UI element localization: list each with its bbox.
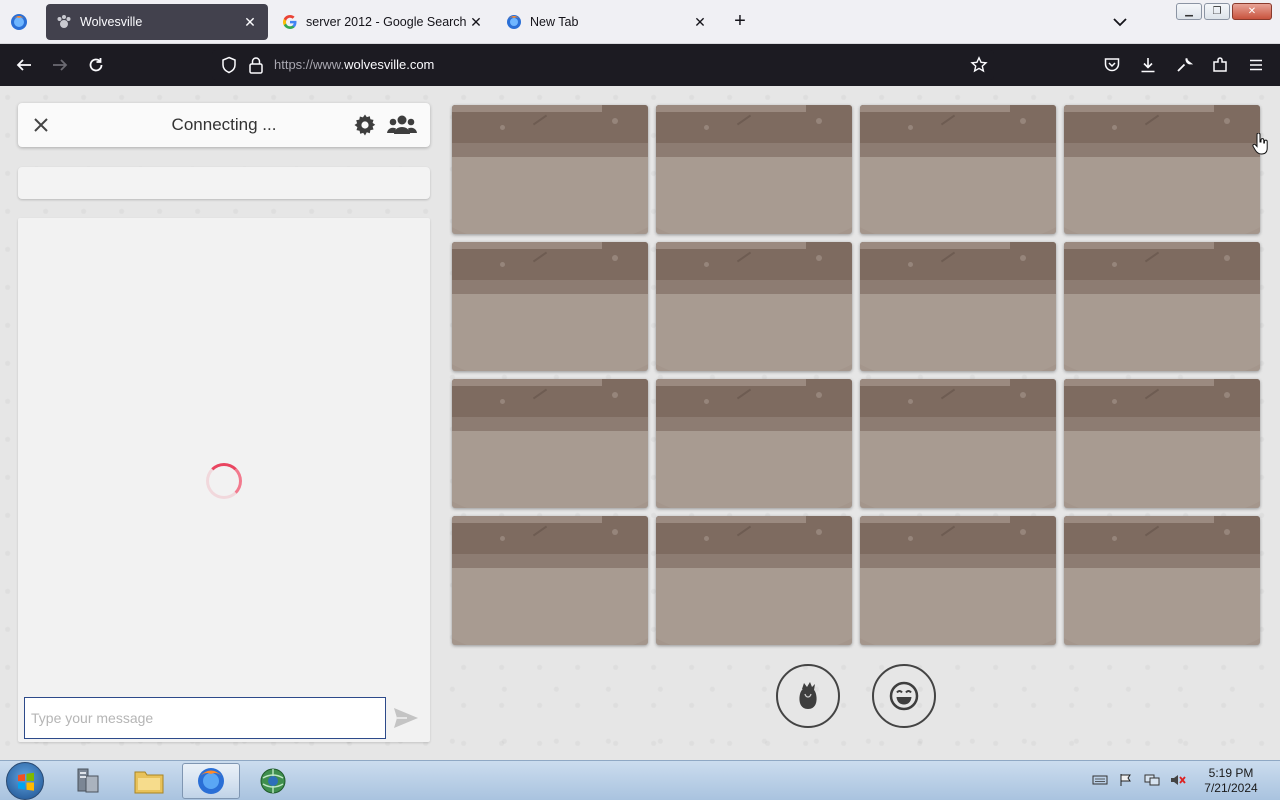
url-prefix: https://www. bbox=[274, 57, 345, 72]
clock-time: 5:19 PM bbox=[1208, 766, 1254, 780]
tab-new-tab[interactable]: New Tab ✕ bbox=[496, 4, 718, 40]
player-slot-card[interactable] bbox=[656, 516, 852, 645]
back-button[interactable] bbox=[13, 54, 35, 76]
player-slots-grid bbox=[452, 105, 1260, 645]
app-menu-button[interactable] bbox=[1245, 54, 1267, 76]
player-slot-card[interactable] bbox=[1064, 105, 1260, 234]
reload-icon bbox=[89, 58, 103, 72]
minimize-button[interactable]: ▁ bbox=[1176, 3, 1202, 20]
lock-icon[interactable] bbox=[248, 56, 264, 74]
player-slot-card[interactable] bbox=[1064, 242, 1260, 371]
player-slot-card[interactable] bbox=[860, 379, 1056, 508]
system-tray bbox=[1092, 773, 1186, 787]
wolvesville-game-page: Connecting ... bbox=[0, 86, 1280, 760]
rose-icon bbox=[799, 682, 817, 709]
smiley-icon bbox=[889, 681, 919, 711]
player-slot-card[interactable] bbox=[656, 379, 852, 508]
bookmark-star-icon[interactable] bbox=[970, 56, 988, 74]
extensions-button[interactable] bbox=[1209, 54, 1231, 76]
arrow-right-icon bbox=[53, 59, 68, 71]
player-slot-card[interactable] bbox=[452, 516, 648, 645]
player-slot-card[interactable] bbox=[656, 242, 852, 371]
player-slot-card[interactable] bbox=[656, 105, 852, 234]
pocket-button[interactable] bbox=[1101, 54, 1123, 76]
tab-label: server 2012 - Google Search bbox=[306, 15, 467, 29]
address-bar[interactable]: https://www.wolvesville.com bbox=[212, 50, 994, 80]
emoji-button[interactable] bbox=[872, 664, 936, 728]
start-button[interactable] bbox=[6, 762, 44, 800]
pocket-icon bbox=[1104, 58, 1120, 72]
shield-icon[interactable] bbox=[220, 56, 238, 74]
folder-icon bbox=[134, 771, 164, 794]
close-tab-icon[interactable]: ✕ bbox=[468, 14, 484, 30]
close-tab-icon[interactable]: ✕ bbox=[692, 14, 708, 30]
message-input[interactable] bbox=[24, 697, 386, 739]
player-slot-card[interactable] bbox=[860, 516, 1056, 645]
reload-button[interactable] bbox=[85, 54, 107, 76]
connection-status: Connecting ... bbox=[171, 115, 277, 134]
tab-label: New Tab bbox=[530, 15, 579, 29]
window-controls: ▁ ❐ ✕ bbox=[1176, 3, 1272, 20]
system-clock[interactable]: 5:19 PM 7/21/2024 bbox=[1198, 766, 1264, 796]
player-slot-card[interactable] bbox=[1064, 379, 1260, 508]
close-window-button[interactable]: ✕ bbox=[1232, 3, 1272, 20]
puzzle-icon bbox=[1213, 57, 1227, 72]
hamburger-menu-icon bbox=[1250, 59, 1262, 71]
firefox-icon[interactable] bbox=[10, 13, 28, 31]
tab-google-search[interactable]: server 2012 - Google Search ✕ bbox=[272, 4, 494, 40]
keyboard-icon[interactable] bbox=[1092, 773, 1108, 787]
firefox-icon bbox=[198, 768, 224, 794]
new-tab-button[interactable]: + bbox=[729, 11, 751, 33]
player-slot-card[interactable] bbox=[1064, 516, 1260, 645]
globe-icon bbox=[260, 768, 286, 794]
arrow-left-icon bbox=[16, 59, 31, 71]
player-slot-card[interactable] bbox=[860, 105, 1056, 234]
server-manager-icon bbox=[77, 768, 99, 793]
action-center-flag-icon[interactable] bbox=[1118, 773, 1134, 787]
forward-button[interactable] bbox=[49, 54, 71, 76]
downloads-button[interactable] bbox=[1137, 54, 1159, 76]
windows-logo-icon bbox=[18, 772, 34, 791]
tab-label: Wolvesville bbox=[80, 15, 143, 29]
windows-taskbar: 5:19 PM 7/21/2024 bbox=[0, 760, 1280, 800]
close-tab-icon[interactable]: ✕ bbox=[242, 14, 258, 30]
player-slot-card[interactable] bbox=[452, 242, 648, 371]
player-slot-card[interactable] bbox=[452, 105, 648, 234]
download-icon bbox=[1141, 58, 1155, 73]
firefox-icon bbox=[507, 15, 521, 29]
taskbar-network-app[interactable] bbox=[244, 763, 302, 799]
gear-icon[interactable] bbox=[353, 113, 377, 137]
rose-button[interactable] bbox=[776, 664, 840, 728]
taskbar-firefox[interactable] bbox=[182, 763, 240, 799]
navigation-bar: https://www.wolvesville.com bbox=[0, 44, 1280, 86]
tools-button[interactable] bbox=[1173, 54, 1195, 76]
chat-panel bbox=[18, 218, 430, 742]
player-slot-card[interactable] bbox=[452, 379, 648, 508]
restore-button[interactable]: ❐ bbox=[1204, 3, 1230, 20]
browser-tab-strip: Wolvesville ✕ server 2012 - Google Searc… bbox=[0, 0, 1280, 44]
close-icon[interactable] bbox=[30, 114, 52, 136]
taskbar-server-manager[interactable] bbox=[58, 763, 116, 799]
wrench-icon bbox=[1177, 58, 1193, 72]
network-icon[interactable] bbox=[1144, 773, 1160, 787]
loading-spinner bbox=[206, 463, 242, 499]
url-domain: wolvesville.com bbox=[344, 57, 435, 72]
chevron-down-icon[interactable] bbox=[1110, 12, 1130, 32]
wolf-paw-icon bbox=[57, 15, 71, 28]
player-slot-card[interactable] bbox=[860, 242, 1056, 371]
chat-header: Connecting ... bbox=[18, 103, 430, 147]
url-text[interactable]: https://www.wolvesville.com bbox=[274, 57, 434, 72]
clock-date: 7/21/2024 bbox=[1204, 781, 1258, 795]
google-icon bbox=[283, 15, 297, 29]
players-group-icon[interactable] bbox=[387, 113, 417, 137]
send-icon[interactable] bbox=[392, 706, 420, 730]
volume-muted-icon[interactable] bbox=[1170, 773, 1186, 787]
hand-cursor-icon bbox=[1252, 133, 1268, 155]
taskbar-file-explorer[interactable] bbox=[120, 763, 178, 799]
game-info-bar bbox=[18, 167, 430, 199]
tab-wolvesville[interactable]: Wolvesville ✕ bbox=[46, 4, 268, 40]
